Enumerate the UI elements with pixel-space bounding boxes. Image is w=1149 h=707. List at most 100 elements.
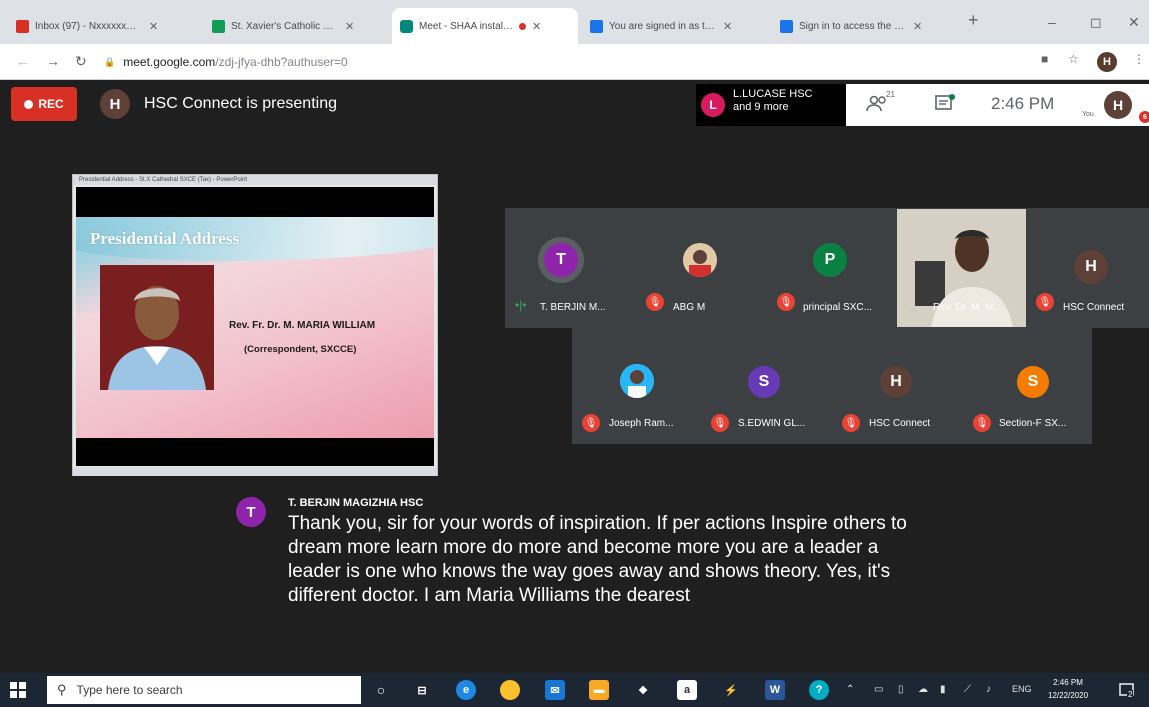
tray-device-icon[interactable]: ▯ [898,684,904,695]
tray-volume-icon[interactable]: ♪ [986,684,991,695]
back-arrow-icon[interactable]: ← [16,53,30,69]
slide-window-titlebar: Presidential Address - St.X Cathedral SX… [73,175,437,185]
close-tab-icon[interactable]: ✕ [913,20,922,33]
tray-chevron-icon[interactable]: ⌃ [846,684,854,695]
site-favicon-icon [212,19,225,33]
help-icon[interactable]: ? [809,680,829,700]
address-bar[interactable]: 🔒 meet.google.com /zdj-jfya-dhb?authuser… [104,50,1044,74]
browser-tab-inbox[interactable]: Inbox (97) - Nxxxxxx@... ✕ [8,8,202,44]
close-tab-icon[interactable]: ✕ [532,20,541,33]
new-tab-button[interactable]: + [968,10,979,31]
action-center-icon[interactable]: 2 [1118,681,1136,699]
mic-off-icon: 🎙 [1036,293,1054,311]
slide-title: Presidential Address [90,229,240,248]
forward-arrow-icon[interactable]: → [46,53,60,69]
taskbar-search-box[interactable]: ⚲ Type here to search [47,676,361,704]
word-icon[interactable]: W [765,680,785,700]
close-window-button[interactable]: ✕ [1128,14,1140,31]
site-favicon-icon [590,19,603,33]
participant-name: principal SXC... [803,302,872,313]
profile-avatar[interactable]: H [1097,52,1117,72]
participant-name: HSC Connect [1063,302,1125,313]
tab-label: You are signed in as tc151 [609,20,717,32]
speaking-indicator-icon: •|• [515,298,527,312]
mic-off-icon: 🎙 [711,414,729,432]
star-icon[interactable]: ☆ [1068,52,1079,66]
gmail-icon [16,19,29,33]
browser-tab-sign-in[interactable]: Sign in to access the network ✕ [772,8,958,44]
participant-name: T. BERJIN M... [540,302,606,313]
participant-avatar: S [1017,366,1049,398]
camera-icon[interactable]: ■ [1041,52,1048,66]
amazon-icon[interactable]: a [677,680,697,700]
mic-off-icon: 🎙 [842,414,860,432]
slide-speaker-role: (Correspondent, SXCCE) [244,344,357,355]
url-host: meet.google.com [123,55,216,69]
file-explorer-icon[interactable]: ▬ [589,680,609,700]
participant-photo-avatar [683,243,717,277]
slide-speaker-name: Rev. Fr. Dr. M. MARIA WILLIAM [229,320,376,331]
maximize-button[interactable]: ◻ [1090,14,1102,31]
browser-tab-meet[interactable]: Meet - SHAA installation ✕ [392,8,578,44]
search-icon: ⚲ [57,682,67,697]
reload-icon[interactable]: ↻ [75,53,87,70]
browser-tab-signed-in[interactable]: You are signed in as tc151 ✕ [582,8,768,44]
tab-label: Inbox (97) - Nxxxxxx@... [35,20,143,32]
presentation-screen: Presidential Address - St.X Cathedral SX… [72,174,438,476]
browser-toolbar: ← → ↻ 🔒 meet.google.com /zdj-jfya-dhb?au… [0,44,1149,80]
browser-tab-college[interactable]: St. Xavier's Catholic College ✕ [204,8,390,44]
recording-dot-icon [519,22,526,30]
menu-kebab-icon[interactable]: ⋮ [1133,52,1145,66]
slide-letterbox-bottom [76,438,434,466]
tray-cloud-icon[interactable]: ☁ [918,684,928,695]
recording-label: REC [38,97,64,111]
chat-icon[interactable] [934,93,956,115]
dropbox-icon[interactable]: ❖ [633,680,653,700]
caption-speaker-avatar: T [236,497,266,527]
mic-off-icon: 🎙 [973,414,991,432]
participant-avatar: T [544,243,578,277]
winamp-icon[interactable]: ⚡ [721,680,741,700]
mail-icon[interactable]: ✉ [545,680,565,700]
tab-label: Meet - SHAA installation [419,20,515,32]
participant-avatar: P [813,243,847,277]
close-tab-icon[interactable]: ✕ [149,20,158,33]
windows-taskbar: ⚲ Type here to search ○ ⊟ e ✉ ▬ ❖ a ⚡ W … [0,673,1149,707]
active-speaker-more: and 9 more [733,101,789,113]
caption-text: Thank you, sir for your words of inspira… [288,513,907,606]
speaker-photo [100,265,214,390]
tray-network-icon[interactable]: ⟋ [964,684,971,695]
close-tab-icon[interactable]: ✕ [345,20,354,33]
presenting-status: HSC Connect is presenting [144,95,337,112]
taskbar-clock[interactable]: 2:46 PM 12/22/2020 [1048,676,1088,702]
lock-icon: 🔒 [104,56,116,67]
tray-battery-icon[interactable]: ▭ [874,684,883,695]
participant-name: Joseph Ram... [609,418,674,429]
meet-icon [400,19,413,33]
participant-avatar: H [880,366,912,398]
task-view-icon[interactable]: ⊟ [412,680,432,700]
recording-badge: REC [11,87,77,121]
chrome-icon[interactable] [500,680,520,700]
mic-off-icon: 🎙 [646,293,664,311]
participant-name: HSC Connect [869,418,931,429]
site-favicon-icon [780,19,793,33]
active-speaker-name: L.LUCASE HSC [733,88,813,100]
slide-status-bar [73,467,437,476]
taskbar-time: 2:46 PM [1053,678,1083,687]
edge-icon[interactable]: e [456,680,476,700]
minimize-button[interactable]: – [1048,14,1056,30]
slide-letterbox-top [76,187,434,217]
tab-label: Sign in to access the network [799,20,907,32]
windows-start-icon[interactable] [10,682,26,698]
notification-badge: 2 [1127,690,1134,699]
meeting-clock: 2:46 PM [991,94,1055,113]
self-avatar[interactable]: H [1104,91,1132,119]
taskbar-date: 12/22/2020 [1048,691,1089,700]
language-indicator[interactable]: ENG [1012,684,1032,694]
close-tab-icon[interactable]: ✕ [723,20,732,33]
you-label: You [1082,111,1094,118]
tray-drive-icon[interactable]: ▮ [940,684,946,695]
cortana-icon[interactable]: ○ [371,680,391,700]
mic-off-icon: 🎙 [582,414,600,432]
